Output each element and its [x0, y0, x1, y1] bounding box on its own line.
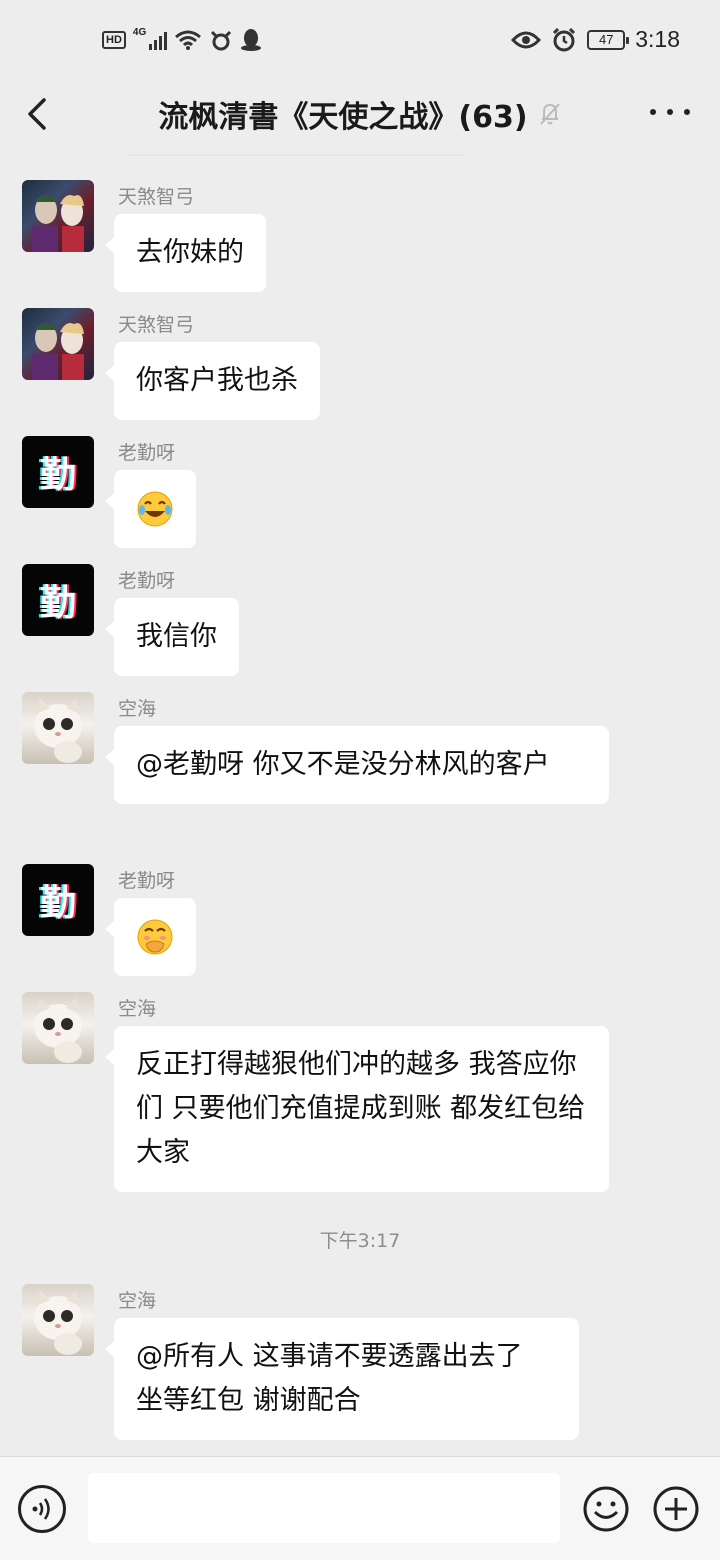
eye-icon [511, 31, 542, 48]
battery-icon: 47 [587, 29, 630, 50]
status-time: 3:18 [635, 26, 680, 52]
signal-icon [149, 30, 168, 50]
message-bubble[interactable]: 去你妹的 [105, 214, 266, 292]
message-input[interactable] [88, 1473, 560, 1543]
time-divider: 下午3:17 [319, 1230, 401, 1252]
cat-avatar[interactable] [22, 1284, 94, 1356]
sender-name: 老勤呀 [118, 870, 176, 892]
avatar-text: 勤 [39, 883, 76, 924]
message-bubble[interactable] [105, 470, 196, 548]
avatar-text: 勤 [39, 583, 76, 624]
message-bubble[interactable]: 反正打得越狠他们冲的越多 我答应你们 只要他们充值提成到账 都发红包给大家 [105, 1026, 609, 1192]
status-bar: HD 4G 47 3:18 [0, 0, 720, 84]
message-bubble[interactable]: 你客户我也杀 [105, 342, 320, 420]
network-type: 4G [132, 26, 147, 38]
hd-badge: HD [102, 31, 126, 49]
face-with-hand-over-mouth-emoji [137, 919, 173, 955]
tears-of-joy-emoji [137, 491, 173, 527]
more-dots-icon[interactable] [650, 102, 690, 122]
qq-icon [241, 29, 262, 51]
qin-char-avatar[interactable]: 勤 [22, 436, 94, 508]
sender-name: 老勤呀 [118, 442, 176, 464]
bell-muted-icon [539, 103, 560, 125]
chat-header: 流枫清書《天使之战》(63) [0, 84, 720, 156]
alarm-app-icon [211, 30, 232, 51]
wifi-icon [175, 30, 202, 50]
message-bubble[interactable] [105, 898, 196, 976]
emoji-icon[interactable] [582, 1485, 630, 1533]
cat-avatar[interactable] [22, 692, 94, 764]
qin-char-avatar[interactable]: 勤 [22, 564, 94, 636]
sender-name: 空海 [118, 698, 157, 720]
voice-icon[interactable] [18, 1485, 66, 1533]
qin-char-avatar[interactable]: 勤 [22, 864, 94, 936]
sender-name: 老勤呀 [118, 570, 176, 592]
joker-couple-avatar[interactable] [22, 308, 94, 380]
sender-name: 空海 [118, 998, 157, 1020]
group-name: 流枫清書《天使之战》(63) [158, 100, 528, 135]
input-bar [0, 1456, 720, 1560]
sender-name: 天煞智弓 [118, 186, 195, 208]
joker-couple-avatar[interactable] [22, 180, 94, 252]
sender-name: 空海 [118, 1290, 157, 1312]
message-bubble[interactable]: @所有人 这事请不要透露出去了 坐等红包 谢谢配合 [105, 1318, 579, 1440]
cat-avatar[interactable] [22, 992, 94, 1064]
message-bubble[interactable]: 我信你 [105, 598, 239, 676]
avatar-text: 勤 [39, 455, 76, 496]
message-list[interactable]: 天煞智弓 去你妹的 天煞智弓 你客户我也杀 勤 老勤呀 勤 老勤呀 我信你 空海… [0, 156, 720, 1456]
chat-title: 流枫清書《天使之战》(63) [0, 92, 720, 136]
plus-icon[interactable] [652, 1485, 700, 1533]
sender-name: 天煞智弓 [118, 314, 195, 336]
message-bubble[interactable]: @老勤呀 你又不是没分林风的客户 [105, 726, 609, 804]
alarm-clock-icon [553, 27, 576, 51]
